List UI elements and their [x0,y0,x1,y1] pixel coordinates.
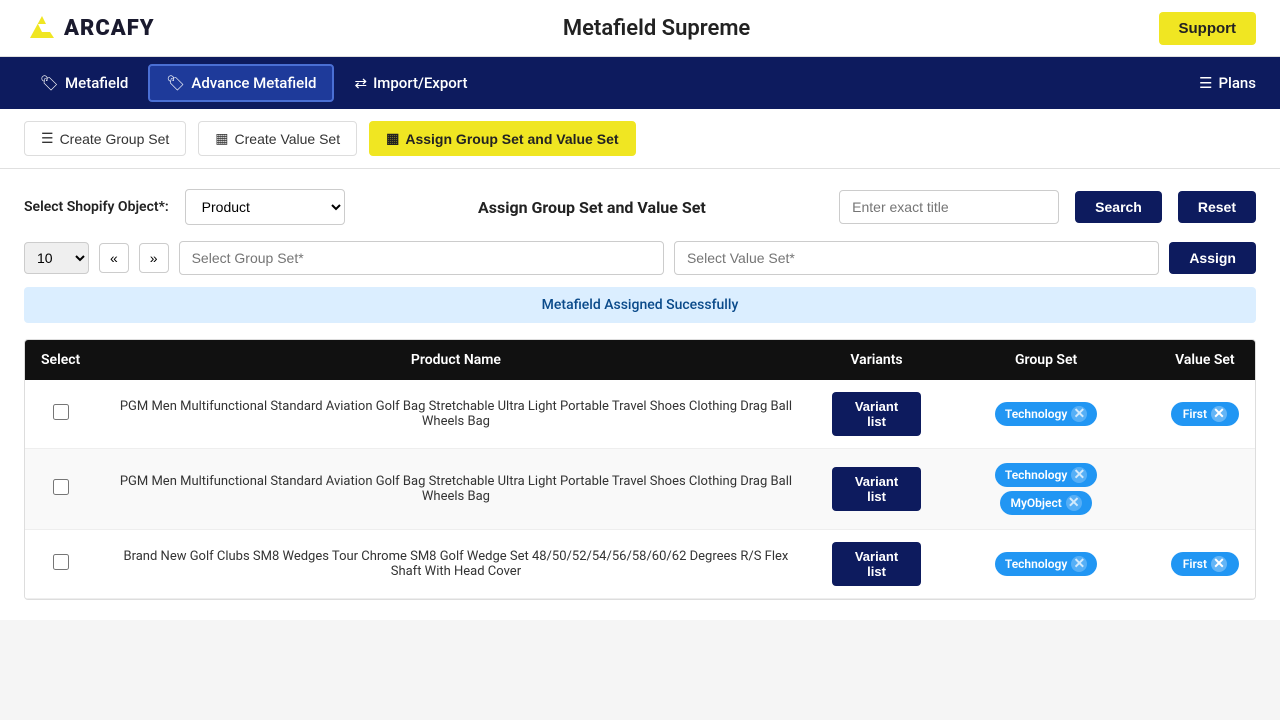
table-row: Brand New Golf Clubs SM8 Wedges Tour Chr… [25,530,1255,599]
group-set-badge: Technology ✕ [995,463,1097,487]
page-size-select[interactable]: 5 10 25 50 [24,242,89,274]
group-set-badge: MyObject ✕ [1000,491,1091,515]
row-select-cell [25,449,96,530]
col-select: Select [25,340,96,380]
main-content: Select Shopify Object*: Product Collecti… [0,169,1280,620]
row-value-set-cell: First ✕ [1155,530,1255,599]
remove-group-set-icon[interactable]: ✕ [1071,556,1087,572]
plans-icon: ☰ [1199,74,1212,92]
search-button[interactable]: Search [1075,191,1162,223]
row-variant-cell: Variant list [816,530,938,599]
controls-row-2: 5 10 25 50 « » Assign [24,241,1256,275]
row-checkbox-2[interactable] [53,554,69,570]
variant-list-button[interactable]: Variant list [832,392,922,436]
remove-group-set-icon[interactable]: ✕ [1071,406,1087,422]
nav-item-metafield[interactable]: 🏷 Metafield [24,66,144,100]
nav-bar: 🏷 Metafield 🏷 Advance Metafield ⇄ Import… [0,57,1280,109]
assign-group-set-button[interactable]: ▦ Assign Group Set and Value Set [369,121,635,156]
app-title: Metafield Supreme [563,16,750,41]
remove-group-set-icon[interactable]: ✕ [1066,495,1082,511]
reset-button[interactable]: Reset [1178,191,1256,223]
value-set-badge: First ✕ [1171,552,1239,576]
logo-text: ARCAFY [64,16,155,41]
row-product-name: PGM Men Multifunctional Standard Aviatio… [96,380,815,449]
tag-icon: 🏷 [40,74,59,92]
nav-label-import-export: Import/Export [373,74,467,92]
import-export-icon: ⇄ [354,74,367,92]
assign-group-set-label: Assign Group Set and Value Set [405,131,618,147]
create-value-set-label: Create Value Set [235,131,341,147]
list-icon: ☰ [41,130,54,147]
group-set-badge: Technology ✕ [995,552,1097,576]
nav-label-metafield: Metafield [65,74,128,92]
remove-value-set-icon[interactable]: ✕ [1211,556,1227,572]
row-value-set-cell [1155,449,1255,530]
search-input[interactable] [839,190,1059,224]
prev-page-button[interactable]: « [99,243,129,273]
value-set-input[interactable] [674,241,1159,275]
group-set-input[interactable] [179,241,664,275]
group-set-badge: Technology ✕ [995,402,1097,426]
col-value-set: Value Set [1155,340,1255,380]
logo-icon [24,10,60,46]
controls-row-1: Select Shopify Object*: Product Collecti… [24,189,1256,225]
nav-item-import-export[interactable]: ⇄ Import/Export [338,66,483,100]
grid-icon: ▦ [215,130,228,147]
table-body: PGM Men Multifunctional Standard Aviatio… [25,380,1255,599]
next-page-button[interactable]: » [139,243,169,273]
row-value-set-cell: First ✕ [1155,380,1255,449]
row-product-name: PGM Men Multifunctional Standard Aviatio… [96,449,815,530]
nav-item-advance-metafield[interactable]: 🏷 Advance Metafield [148,64,334,102]
create-group-set-label: Create Group Set [60,131,170,147]
row-variant-cell: Variant list [816,449,938,530]
variant-list-button[interactable]: Variant list [832,542,922,586]
col-variants: Variants [816,340,938,380]
sub-nav: ☰ Create Group Set ▦ Create Value Set ▦ … [0,109,1280,169]
row-variant-cell: Variant list [816,380,938,449]
create-group-set-button[interactable]: ☰ Create Group Set [24,121,186,156]
row-group-set-cell: Technology ✕ MyObject ✕ [937,449,1154,530]
row-select-cell [25,380,96,449]
success-banner: Metafield Assigned Sucessfully [24,287,1256,323]
row-product-name: Brand New Golf Clubs SM8 Wedges Tour Chr… [96,530,815,599]
row-select-cell [25,530,96,599]
logo: ARCAFY [24,10,155,46]
advance-tag-icon: 🏷 [166,74,185,92]
plans-label: Plans [1218,74,1256,92]
row-group-set-cell: Technology ✕ [937,380,1154,449]
row-group-set-cell: Technology ✕ [937,530,1154,599]
table-row: PGM Men Multifunctional Standard Aviatio… [25,380,1255,449]
variant-list-button[interactable]: Variant list [832,467,922,511]
nav-label-advance-metafield: Advance Metafield [191,74,316,92]
shopify-object-select[interactable]: Product Collection Customer Order [185,189,345,225]
col-group-set: Group Set [937,340,1154,380]
assign-icon: ▦ [386,130,399,147]
assign-button[interactable]: Assign [1169,242,1256,274]
row-checkbox-0[interactable] [53,404,69,420]
col-product-name: Product Name [96,340,815,380]
products-table: Select Product Name Variants Group Set V… [25,340,1255,599]
remove-group-set-icon[interactable]: ✕ [1071,467,1087,483]
section-title: Assign Group Set and Value Set [361,198,823,217]
create-value-set-button[interactable]: ▦ Create Value Set [198,121,357,156]
row-checkbox-1[interactable] [53,479,69,495]
select-shopify-label: Select Shopify Object*: [24,199,169,215]
plans-button[interactable]: ☰ Plans [1199,74,1256,92]
remove-value-set-icon[interactable]: ✕ [1211,406,1227,422]
top-bar: ARCAFY Metafield Supreme Support [0,0,1280,57]
products-table-wrapper: Select Product Name Variants Group Set V… [24,339,1256,600]
value-set-badge: First ✕ [1171,402,1239,426]
table-header: Select Product Name Variants Group Set V… [25,340,1255,380]
support-button[interactable]: Support [1159,12,1257,45]
table-row: PGM Men Multifunctional Standard Aviatio… [25,449,1255,530]
